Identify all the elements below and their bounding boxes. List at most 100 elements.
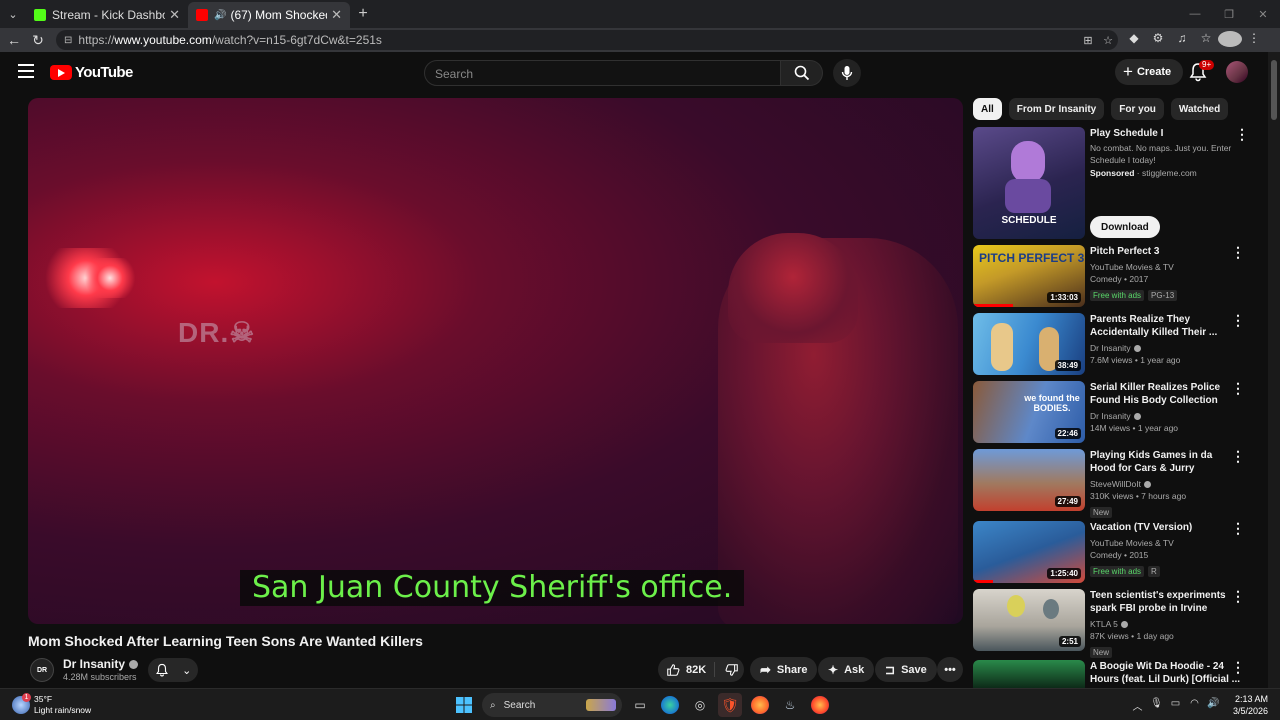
chip-for-you[interactable]: For you: [1111, 98, 1164, 120]
extension-diamond-icon[interactable]: ◆: [1122, 31, 1146, 50]
address-bar[interactable]: ⊟ https://www.youtube.com/watch?v=n15-6g…: [56, 30, 1118, 50]
media-icon[interactable]: ♫: [1170, 31, 1194, 50]
more-options-icon[interactable]: ⋮: [1231, 245, 1245, 259]
recommendation-item[interactable]: 38:49 Parents Realize They Accidentally …: [973, 313, 1253, 375]
video-player[interactable]: DR.☠ San Juan County Sheriff's office.: [28, 98, 963, 624]
minimize-icon[interactable]: —: [1178, 0, 1212, 28]
video-thumbnail[interactable]: we found the BODIES. 22:46: [973, 381, 1085, 443]
video-thumbnail[interactable]: PITCH PERFECT 3 1:33:03: [973, 245, 1085, 307]
recommendation-item[interactable]: 27:49 Playing Kids Games in da Hood for …: [973, 449, 1253, 518]
like-button[interactable]: 82K: [658, 662, 716, 677]
microphone-icon[interactable]: 🎙: [1147, 698, 1166, 713]
maximize-icon[interactable]: ❐: [1212, 0, 1246, 28]
firefox-alt-icon[interactable]: [811, 696, 829, 714]
hamburger-menu-icon[interactable]: [18, 64, 34, 78]
more-options-icon[interactable]: ⋮: [1231, 660, 1245, 674]
weather-widget[interactable]: 1 35°F Light rain/snow: [12, 693, 91, 716]
firefox-icon[interactable]: [751, 696, 769, 714]
recommendation-item[interactable]: 2:51 Teen scientist's experiments spark …: [973, 589, 1253, 658]
clock[interactable]: 2:13 AM 3/5/2026: [1233, 693, 1268, 717]
channel-avatar[interactable]: DR: [30, 658, 54, 682]
audio-playing-icon[interactable]: 🔊: [214, 10, 226, 21]
browser-menu-icon[interactable]: ⋮: [1242, 31, 1266, 50]
ask-button[interactable]: ✦ Ask: [818, 657, 875, 682]
edge-browser-icon[interactable]: [661, 696, 679, 714]
temperature: 35°F: [34, 694, 53, 704]
steam-icon[interactable]: ♨: [778, 693, 802, 717]
rec-meta: 7.6M views • 1 year ago: [1090, 355, 1181, 365]
reload-icon[interactable]: ↻: [26, 32, 50, 49]
ad-description: No combat. No maps. Just you. Enter Sche…: [1090, 143, 1232, 165]
more-options-icon[interactable]: ⋮: [1231, 449, 1245, 463]
channel-name: Dr Insanity: [63, 657, 126, 671]
chip-from-channel[interactable]: From Dr Insanity: [1008, 98, 1105, 120]
install-app-icon[interactable]: ⊞: [1078, 34, 1098, 47]
video-duration: 2:51: [1058, 636, 1081, 647]
tab-search-button[interactable]: ⌄: [0, 0, 26, 28]
favorites-icon[interactable]: ☆: [1194, 31, 1218, 50]
recommendation-item[interactable]: PITCH PERFECT 3 1:33:03 Pitch Perfect 3 …: [973, 245, 1253, 307]
chrome-like-icon[interactable]: ◎: [688, 693, 712, 717]
brave-browser-icon[interactable]: 🛡: [718, 693, 742, 717]
recommendation-item[interactable]: 1:25:40 Vacation (TV Version) YouTube Mo…: [973, 521, 1253, 583]
video-thumbnail[interactable]: [973, 660, 1085, 688]
officer-helmet: [728, 233, 858, 343]
volume-icon[interactable]: 🔊: [1204, 698, 1223, 713]
display-icon[interactable]: ▭: [1166, 698, 1185, 713]
video-duration: 38:49: [1054, 360, 1081, 371]
more-options-icon[interactable]: ⋮: [1231, 381, 1245, 395]
recommendation-item[interactable]: A Boogie Wit Da Hoodie - 24 Hours (feat.…: [973, 660, 1253, 688]
youtube-logo[interactable]: YouTube: [50, 64, 133, 81]
share-button[interactable]: ➦ Share: [750, 657, 818, 682]
channel-name-link[interactable]: Dr Insanity: [63, 657, 139, 671]
close-tab-icon[interactable]: ✕: [331, 7, 342, 23]
tab-title: Stream - Kick Dashboard: [52, 8, 165, 22]
search-button[interactable]: [781, 60, 823, 86]
wifi-icon[interactable]: ◠: [1185, 698, 1204, 713]
sponsored-ad[interactable]: SCHEDULE Play Schedule I No combat. No m…: [973, 127, 1253, 239]
chip-all[interactable]: All: [973, 98, 1002, 120]
subscriber-count: 4.28M subscribers: [63, 672, 137, 682]
tab-youtube-video[interactable]: 🔊 (67) Mom Shocked After Lear ✕: [188, 2, 350, 28]
dislike-button[interactable]: [715, 663, 749, 677]
profile-avatar[interactable]: [1218, 30, 1242, 50]
sponsored-label: Sponsored: [1090, 168, 1135, 178]
extensions-puzzle-icon[interactable]: ⚙: [1146, 31, 1170, 50]
site-info-icon[interactable]: ⊟: [64, 35, 72, 46]
chevron-up-icon[interactable]: ︿: [1128, 698, 1147, 713]
save-button[interactable]: ⊐ Save: [875, 657, 937, 682]
voice-search-button[interactable]: [833, 59, 861, 87]
task-view-icon[interactable]: ▭: [628, 693, 652, 717]
more-options-icon[interactable]: ⋮: [1231, 313, 1245, 327]
balloon-shape: [1007, 595, 1025, 617]
bookmark-star-icon[interactable]: ☆: [1098, 34, 1118, 47]
close-tab-icon[interactable]: ✕: [169, 7, 180, 23]
ad-more-icon[interactable]: ⋮: [1235, 127, 1249, 141]
subscription-notifications-button[interactable]: ⌄: [148, 658, 198, 682]
chip-watched[interactable]: Watched: [1170, 98, 1229, 120]
video-thumbnail[interactable]: 1:25:40: [973, 521, 1085, 583]
recommendation-item[interactable]: we found the BODIES. 22:46 Serial Killer…: [973, 381, 1253, 443]
video-thumbnail[interactable]: 38:49: [973, 313, 1085, 375]
windows-start-icon[interactable]: [452, 693, 476, 717]
taskbar-apps: ⌕ Search ▭ ◎ 🛡 ♨: [452, 693, 838, 717]
new-tab-button[interactable]: +: [350, 5, 376, 23]
page-scrollbar[interactable]: [1268, 52, 1280, 688]
create-button[interactable]: + Create: [1115, 59, 1184, 85]
taskbar-search[interactable]: ⌕ Search: [482, 693, 622, 717]
more-options-icon[interactable]: ⋮: [1231, 521, 1245, 535]
account-avatar[interactable]: [1226, 61, 1248, 83]
more-options-icon[interactable]: ⋮: [1231, 589, 1245, 603]
back-icon[interactable]: ←: [2, 32, 26, 48]
ad-thumbnail[interactable]: SCHEDULE: [973, 127, 1085, 239]
tab-kick-dashboard[interactable]: Stream - Kick Dashboard ✕: [26, 2, 188, 28]
close-window-icon[interactable]: ✕: [1246, 0, 1280, 28]
rec-title: Vacation (TV Version): [1090, 522, 1193, 533]
scrollbar-thumb[interactable]: [1271, 60, 1277, 120]
more-actions-button[interactable]: •••: [937, 657, 963, 682]
ad-download-button[interactable]: Download: [1090, 216, 1160, 238]
search-input[interactable]: Search: [424, 60, 781, 86]
video-duration: 27:49: [1054, 496, 1081, 507]
video-thumbnail[interactable]: 27:49: [973, 449, 1085, 511]
video-thumbnail[interactable]: 2:51: [973, 589, 1085, 651]
